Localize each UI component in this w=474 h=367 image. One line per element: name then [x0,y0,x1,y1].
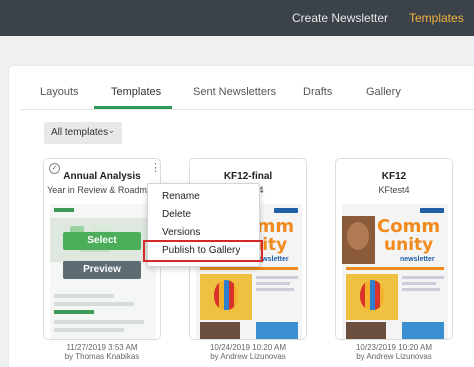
card-date: 10/24/2019 10:20 AM by Andrew Lizunovas [209,343,287,361]
menu-item-rename[interactable]: Rename [162,191,200,202]
nav-templates[interactable]: Templates [409,11,464,25]
card-date: 11/27/2019 3:53 AM by Thomas Knabikas [64,343,140,361]
preview-button[interactable]: Preview [63,261,141,279]
top-bar: Create Newsletter Templates [0,0,474,36]
card-subtitle: KFtest4 [378,185,410,195]
tabs-divider [20,109,474,110]
chevron-down-icon: ⌄ [107,125,115,135]
tab-drafts[interactable]: Drafts [303,86,332,98]
menu-item-versions[interactable]: Versions [162,227,200,238]
menu-item-delete[interactable]: Delete [162,209,191,220]
card-title: Annual Analysis [63,171,141,182]
card-date: 10/23/2019 10:20 AM by Andrew Lizunovas [355,343,433,361]
card-subtitle: Year in Review & Roadmap [47,185,157,195]
card-title: KF12-final [223,171,273,182]
card-title: KF12 [381,171,407,182]
tab-templates[interactable]: Templates [111,86,161,98]
more-options-icon[interactable]: ⋮ [150,163,161,174]
template-card-kf12[interactable]: KF12 KFtest4 Comm unity newsletter [335,158,453,340]
tab-gallery[interactable]: Gallery [366,86,401,98]
filter-label: All templates [51,127,109,138]
template-thumbnail: Comm unity newsletter [342,204,448,339]
template-filter-dropdown[interactable]: All templates ⌄ [44,122,122,144]
nav-create-newsletter[interactable]: Create Newsletter [292,11,388,25]
highlight-box [143,240,263,262]
select-button[interactable]: Select [63,232,141,250]
active-tab-indicator [94,106,172,109]
tab-sent-newsletters[interactable]: Sent Newsletters [193,86,276,98]
tab-layouts[interactable]: Layouts [40,86,79,98]
